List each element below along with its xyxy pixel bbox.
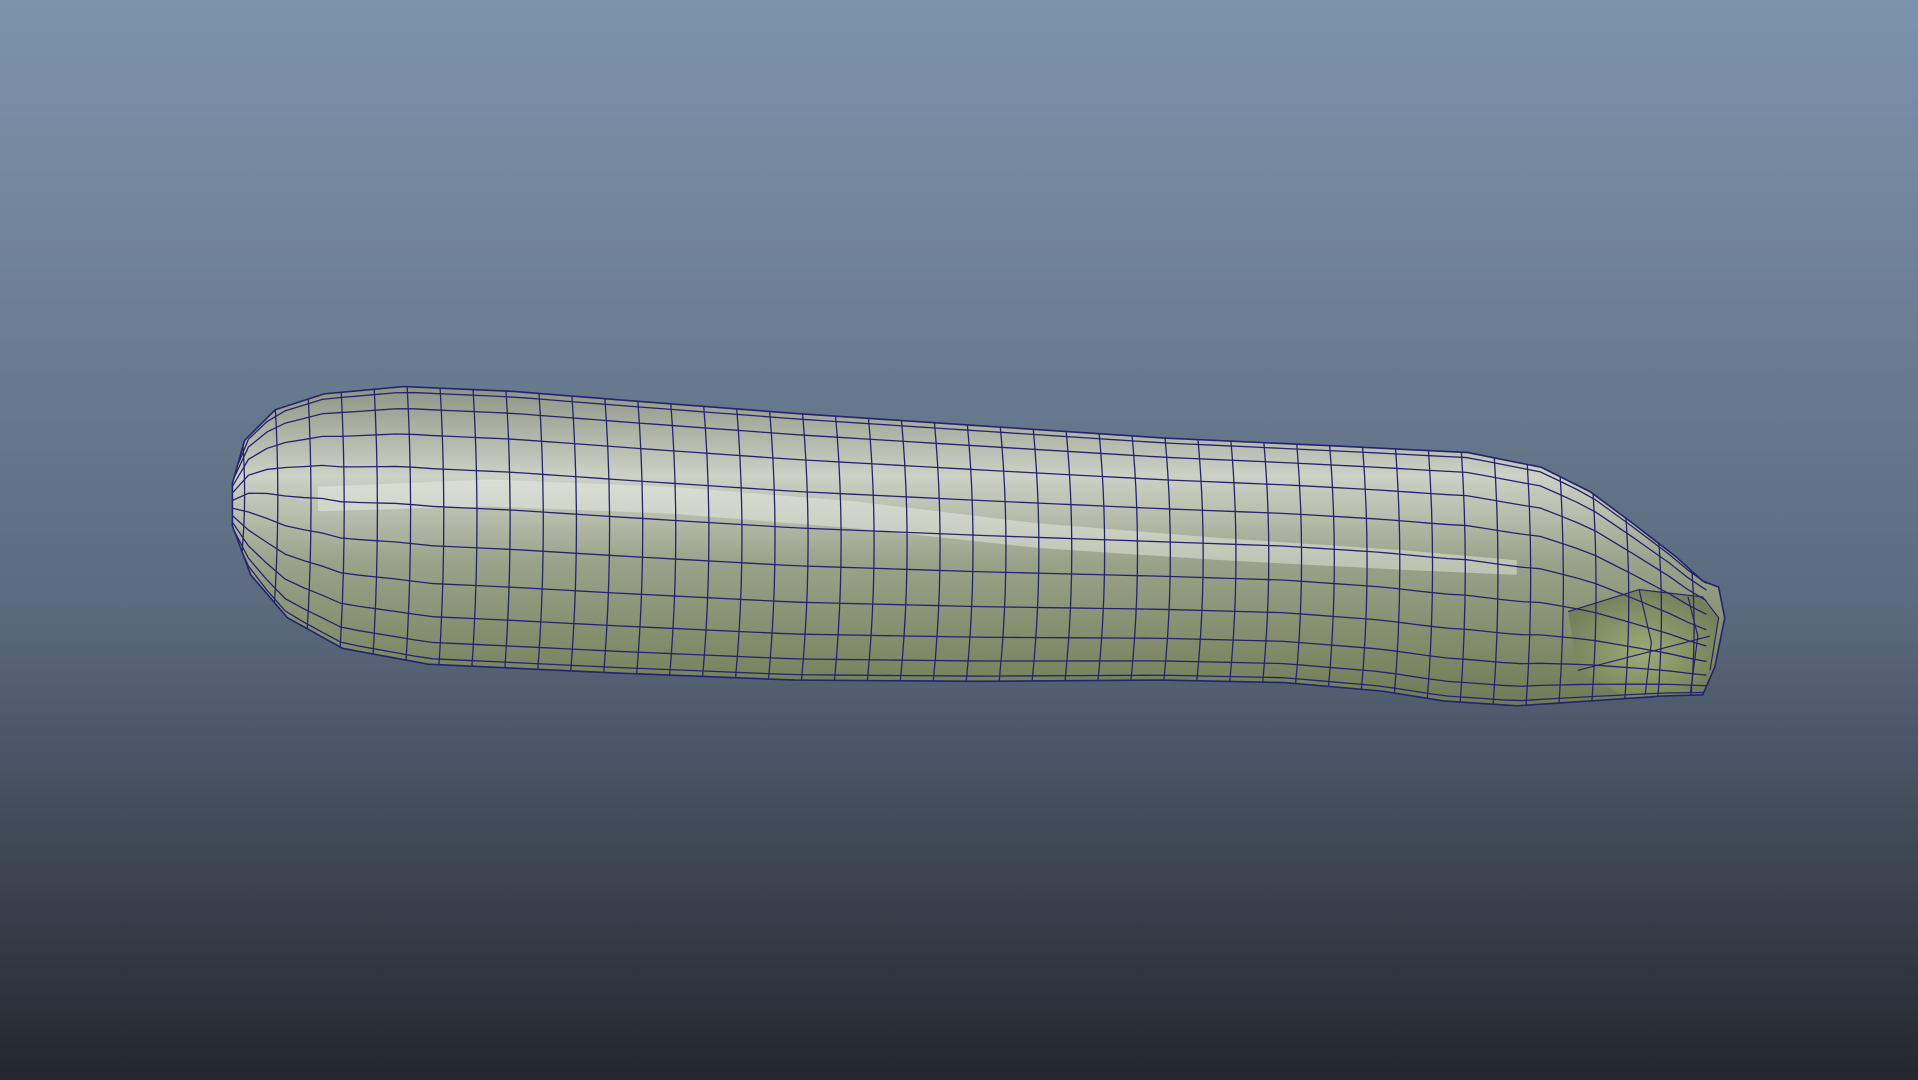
viewport-scene[interactable] [0, 0, 1918, 1080]
3d-viewport[interactable] [0, 0, 1918, 1080]
